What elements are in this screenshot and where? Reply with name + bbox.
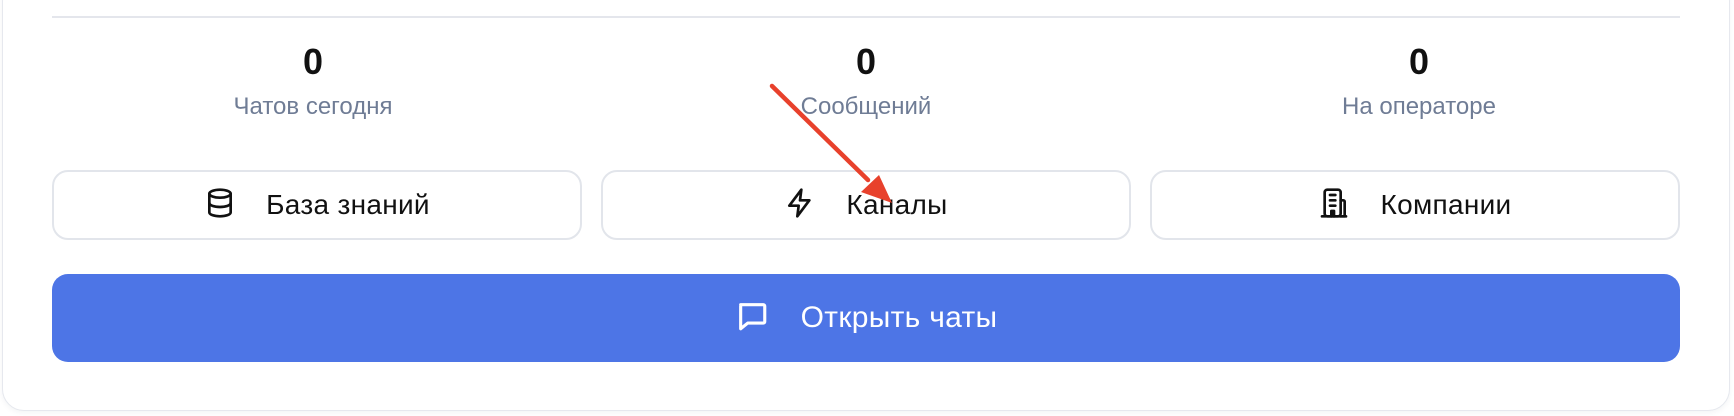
- stat-messages: 0 Сообщений: [666, 38, 1066, 124]
- stat-on-operator-value: 0: [1408, 41, 1430, 82]
- stat-chats-today: 0 Чатов сегодня: [113, 38, 513, 124]
- open-chats-label: Открыть чаты: [800, 301, 998, 334]
- companies-label: Компании: [1380, 189, 1512, 220]
- building-icon: [1318, 187, 1350, 224]
- channels-label: Каналы: [846, 189, 948, 220]
- lightning-icon: [784, 187, 816, 224]
- knowledge-base-button[interactable]: База знаний: [52, 170, 582, 240]
- stat-chats-today-label: Чатов сегодня: [233, 93, 393, 120]
- divider: [52, 16, 1680, 18]
- stat-messages-value: 0: [855, 41, 877, 82]
- stat-on-operator-label: На операторе: [1342, 93, 1496, 120]
- channels-button[interactable]: Каналы: [601, 170, 1131, 240]
- stat-chats-today-value: 0: [302, 41, 324, 82]
- stat-on-operator: 0 На операторе: [1219, 38, 1619, 124]
- knowledge-base-label: База знаний: [266, 189, 430, 220]
- chat-bubble-icon: [735, 299, 769, 338]
- open-chats-button[interactable]: Открыть чаты: [52, 274, 1680, 362]
- stat-messages-label: Сообщений: [800, 93, 932, 120]
- companies-button[interactable]: Компании: [1150, 170, 1680, 240]
- database-icon: [204, 187, 236, 224]
